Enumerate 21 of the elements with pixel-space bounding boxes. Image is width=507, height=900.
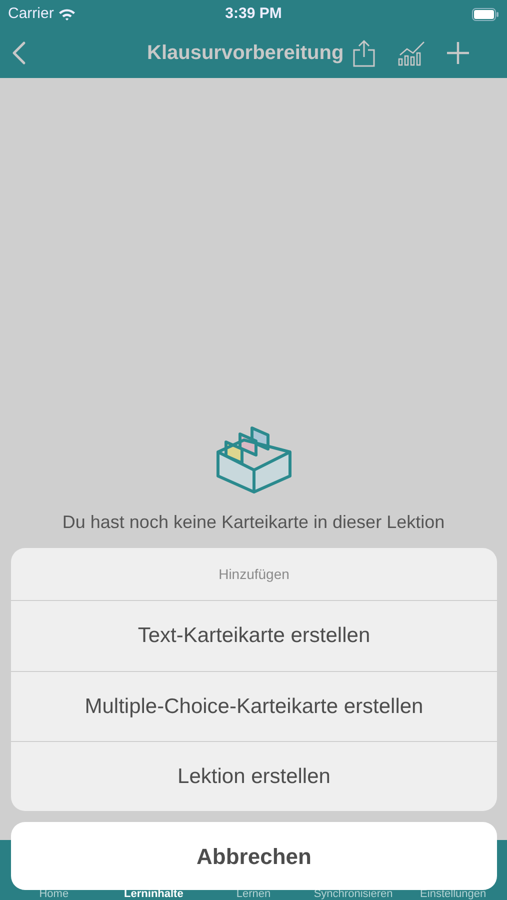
empty-message: Du hast noch keine Karteikarte in dieser Lektion <box>61 511 446 534</box>
carrier-label: Carrier <box>8 4 54 24</box>
tab-item[interactable]: Einstellungen <box>403 889 503 900</box>
share-icon[interactable] <box>352 39 376 67</box>
tab-item[interactable]: Home <box>4 889 104 900</box>
cancel-button[interactable]: Abbrechen <box>11 822 497 890</box>
action-button[interactable]: Text-Karteikarte erstellen <box>11 601 497 671</box>
add-icon[interactable] <box>446 41 470 65</box>
back-icon[interactable] <box>12 41 26 65</box>
action-button[interactable]: Lektion erstellen <box>11 741 497 811</box>
tab-item[interactable]: Lerninhalte <box>104 889 204 900</box>
battery-icon <box>472 8 500 20</box>
tab-item[interactable]: Lernen <box>204 889 304 900</box>
screen-title: Klausurvorbereitung <box>147 41 344 66</box>
sheet-title: Hinzufügen <box>11 548 497 601</box>
chart-icon[interactable] <box>398 40 426 66</box>
action-button[interactable]: Multiple-Choice-Karteikarte erstellen <box>11 671 497 741</box>
status-time: 3:39 PM <box>225 4 282 24</box>
tab-item[interactable]: Synchronisieren <box>303 889 404 900</box>
card-box-icon <box>216 424 292 494</box>
wifi-icon <box>58 8 76 20</box>
